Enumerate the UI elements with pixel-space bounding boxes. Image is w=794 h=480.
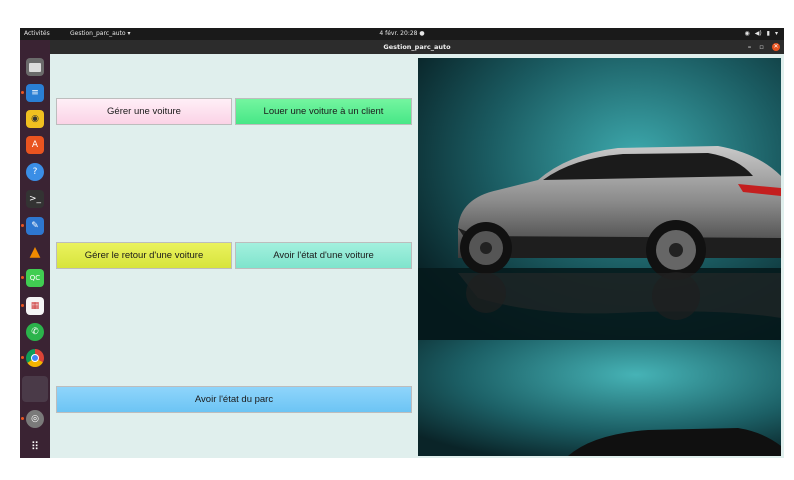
disc-icon[interactable]: ◎ [26, 410, 44, 428]
dock: ≡ ◉ A ? >_ ✎ ▲ QC ▦ ✆ ◎ ⠿ [20, 40, 50, 458]
top-bar: Activités Gestion_parc_auto ▾ 4 févr. 20… [20, 28, 784, 40]
maximize-icon[interactable]: ▫ [759, 40, 764, 54]
desktop-screen: Activités Gestion_parc_auto ▾ 4 févr. 20… [20, 28, 784, 458]
car-image [418, 58, 781, 456]
minimize-icon[interactable]: – [748, 40, 752, 54]
clock[interactable]: 4 févr. 20:28 ● [20, 28, 784, 40]
files-icon[interactable] [26, 58, 44, 76]
qt-creator-icon[interactable]: QC [26, 269, 44, 287]
running-indicator [21, 356, 24, 359]
volume-icon[interactable]: ◀) [755, 28, 762, 40]
main-content: Gérer une voiture Louer une voiture à un… [50, 54, 784, 458]
close-icon[interactable]: ✕ [772, 43, 780, 51]
car-state-button[interactable]: Avoir l'état d'une voiture [235, 242, 412, 269]
running-indicator [21, 276, 24, 279]
text-editor-icon[interactable]: ✎ [26, 217, 44, 235]
vlc-icon[interactable]: ▲ [26, 243, 44, 261]
rhythmbox-icon[interactable]: ◉ [26, 110, 44, 128]
writer-icon[interactable]: ≡ [26, 84, 44, 102]
whatsapp-icon[interactable]: ✆ [26, 323, 44, 341]
system-tray[interactable]: ◉ ◀) ▮ ▾ [744, 28, 778, 40]
system-menu-icon[interactable]: ▾ [775, 28, 778, 40]
rent-car-button[interactable]: Louer une voiture à un client [235, 98, 412, 125]
park-state-button[interactable]: Avoir l'état du parc [56, 386, 412, 413]
running-indicator [21, 417, 24, 420]
app-grid-icon[interactable]: ⠿ [26, 437, 44, 455]
window-title: Gestion_parc_auto [383, 43, 451, 51]
battery-icon[interactable]: ▮ [767, 28, 770, 40]
running-indicator [21, 91, 24, 94]
running-indicator [21, 224, 24, 227]
manage-car-button[interactable]: Gérer une voiture [56, 98, 232, 125]
return-car-button[interactable]: Gérer le retour d'une voiture [56, 242, 232, 269]
chrome-icon[interactable] [26, 349, 44, 367]
terminal-icon[interactable]: >_ [26, 190, 44, 208]
help-icon[interactable]: ? [26, 163, 44, 181]
window-controls: – ▫ ✕ [748, 40, 780, 54]
blank-icon[interactable] [22, 376, 48, 402]
calendar-icon[interactable]: ▦ [26, 297, 44, 315]
running-indicator [21, 304, 24, 307]
software-center-icon[interactable]: A [26, 136, 44, 154]
network-icon[interactable]: ◉ [744, 28, 749, 40]
window-title-bar[interactable]: Gestion_parc_auto – ▫ ✕ [50, 40, 784, 54]
